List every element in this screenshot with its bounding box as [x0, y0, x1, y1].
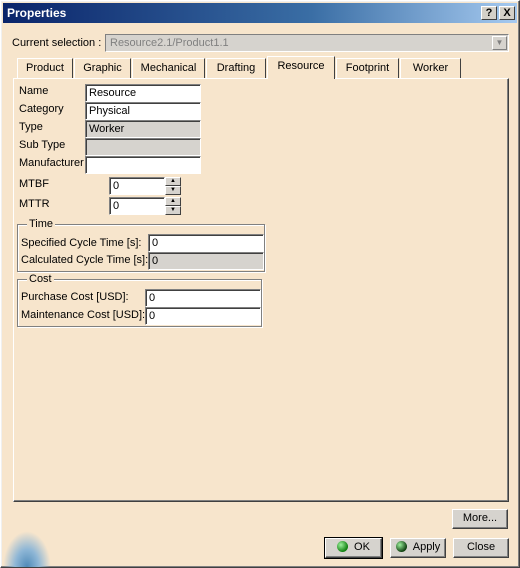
- time-group-title: Time: [27, 218, 56, 230]
- name-label: Name: [19, 85, 49, 97]
- tab-product[interactable]: Product: [17, 58, 73, 78]
- manufacturer-label: Manufacturer: [19, 157, 84, 169]
- help-button[interactable]: ?: [481, 6, 497, 20]
- ok-icon: [337, 541, 349, 552]
- ok-button-label: OK: [354, 541, 370, 553]
- tab-resource[interactable]: Resource: [267, 56, 335, 79]
- apply-button[interactable]: Apply: [390, 538, 446, 558]
- close-window-button[interactable]: X: [499, 6, 515, 20]
- tab-drafting[interactable]: Drafting: [206, 58, 266, 78]
- tab-worker[interactable]: Worker: [400, 58, 461, 78]
- title-bar[interactable]: Properties ? X: [3, 3, 517, 23]
- mttr-label: MTTR: [19, 198, 50, 210]
- tab-graphic[interactable]: Graphic: [74, 58, 131, 78]
- mtbf-label: MTBF: [19, 178, 49, 190]
- tab-footprint[interactable]: Footprint: [336, 58, 399, 78]
- chevron-down-icon[interactable]: ▼: [492, 36, 507, 50]
- mtbf-stepper[interactable]: ▲ ▼: [165, 177, 181, 195]
- apply-button-label: Apply: [412, 541, 441, 553]
- cost-group-title: Cost: [27, 273, 54, 285]
- mtbf-field[interactable]: 0: [109, 177, 165, 195]
- subtype-label: Sub Type: [19, 139, 66, 151]
- subtype-field: [85, 138, 201, 156]
- close-button[interactable]: Close: [453, 538, 509, 558]
- properties-dialog: Properties ? X Current selection : Resou…: [0, 0, 520, 568]
- type-label: Type: [19, 121, 43, 133]
- type-field: Worker: [85, 120, 201, 138]
- mttr-field[interactable]: 0: [109, 197, 165, 215]
- manufacturer-field[interactable]: [85, 156, 201, 174]
- tab-mechanical[interactable]: Mechanical: [132, 58, 205, 78]
- specified-cycle-time-label: Specified Cycle Time [s]:: [21, 237, 142, 249]
- calculated-cycle-time-field: 0: [148, 252, 264, 270]
- category-label: Category: [19, 103, 64, 115]
- arrow-up-icon[interactable]: ▲: [165, 197, 181, 206]
- mttr-stepper[interactable]: ▲ ▼: [165, 197, 181, 215]
- arrow-down-icon[interactable]: ▼: [165, 206, 181, 215]
- more-button[interactable]: More...: [452, 509, 508, 529]
- category-field[interactable]: Physical: [85, 102, 201, 120]
- maintenance-cost-label: Maintenance Cost [USD]:: [21, 309, 146, 321]
- maintenance-cost-field[interactable]: 0: [145, 307, 261, 325]
- name-field[interactable]: Resource: [85, 84, 201, 102]
- app-logo: [3, 531, 51, 567]
- specified-cycle-time-field[interactable]: 0: [148, 234, 264, 252]
- purchase-cost-field[interactable]: 0: [145, 289, 261, 307]
- window-title: Properties: [7, 6, 67, 20]
- purchase-cost-label: Purchase Cost [USD]:: [21, 291, 129, 303]
- ok-button[interactable]: OK: [324, 537, 383, 559]
- arrow-up-icon[interactable]: ▲: [165, 177, 181, 186]
- current-selection-label: Current selection :: [12, 37, 102, 49]
- apply-icon: [395, 541, 407, 552]
- calculated-cycle-time-label: Calculated Cycle Time [s]:: [21, 254, 149, 266]
- current-selection-value: Resource2.1/Product1.1: [110, 37, 229, 49]
- arrow-down-icon[interactable]: ▼: [165, 186, 181, 195]
- current-selection-combo[interactable]: Resource2.1/Product1.1 ▼: [105, 34, 509, 52]
